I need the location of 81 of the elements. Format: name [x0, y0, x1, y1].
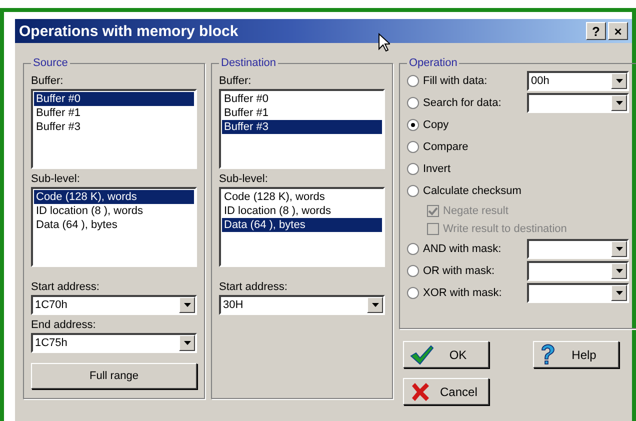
dropdown-arrow-icon	[184, 341, 190, 345]
combo-box[interactable]: 1C70h	[31, 295, 197, 315]
full-range-button[interactable]: Full range	[31, 363, 197, 389]
dropdown-arrow-icon	[616, 79, 622, 83]
combo-input[interactable]: 1C75h	[33, 335, 179, 351]
list-item[interactable]: Data (64 ), bytes	[222, 218, 382, 232]
field-label: Sub-level:	[31, 173, 81, 185]
dropdown-button[interactable]	[611, 73, 627, 89]
field-label: Sub-level:	[219, 173, 269, 185]
dropdown-button[interactable]	[611, 95, 627, 111]
radio-label: AND with mask:	[423, 243, 502, 255]
list-item[interactable]: Data (64 ), bytes	[34, 218, 194, 232]
field-label: Start address:	[31, 281, 100, 293]
list-item[interactable]: Buffer #0	[222, 92, 382, 106]
list-item[interactable]: Buffer #3	[222, 120, 382, 134]
combo-box[interactable]	[527, 261, 629, 281]
dropdown-arrow-icon	[372, 303, 378, 307]
radio-button[interactable]	[407, 163, 419, 175]
mouse-pointer-icon	[378, 33, 390, 52]
combo-box[interactable]: 00h	[527, 71, 629, 91]
list-item[interactable]: Buffer #1	[34, 106, 194, 120]
ok-button[interactable]: OK	[403, 341, 489, 368]
combo-box[interactable]	[527, 283, 629, 303]
field-label: Start address:	[219, 281, 288, 293]
list-item[interactable]: Code (128 K), words	[222, 190, 382, 204]
radio-label: Fill with data:	[423, 75, 488, 87]
combo-input[interactable]: 1C70h	[33, 297, 179, 313]
dropdown-arrow-icon	[616, 247, 622, 251]
radio-label: Invert	[423, 163, 451, 175]
dropdown-arrow-icon	[184, 303, 190, 307]
checkbox-label: Negate result	[443, 205, 508, 217]
dropdown-arrow-icon	[616, 291, 622, 295]
check-icon	[410, 344, 434, 364]
list-item[interactable]: Buffer #1	[222, 106, 382, 120]
radio-label: Compare	[423, 141, 468, 153]
window-title: Operations with memory block	[19, 22, 240, 40]
combo-input[interactable]: 00h	[529, 73, 611, 89]
field-label: Buffer:	[31, 75, 64, 87]
help-button[interactable]: Help	[533, 341, 619, 368]
list-item[interactable]: ID location (8 ), words	[222, 204, 382, 218]
radio-label: XOR with mask:	[423, 287, 503, 299]
radio-button[interactable]	[407, 75, 419, 87]
radio-label: Calculate checksum	[423, 185, 522, 197]
dropdown-arrow-icon	[616, 269, 622, 273]
question-mark-icon	[540, 344, 556, 366]
radio-button[interactable]	[407, 265, 419, 277]
radio-button[interactable]	[407, 141, 419, 153]
list-item[interactable]: ID location (8 ), words	[34, 204, 194, 218]
combo-input[interactable]: 30H	[221, 297, 367, 313]
radio-label: Search for data:	[423, 97, 502, 109]
cancel-button[interactable]: Cancel	[403, 378, 489, 405]
dropdown-button[interactable]	[367, 297, 383, 313]
radio-button[interactable]	[407, 185, 419, 197]
radio-button[interactable]	[407, 287, 419, 299]
combo-box[interactable]	[527, 239, 629, 259]
radio-button[interactable]	[407, 119, 419, 131]
radio-label: Copy	[423, 119, 449, 131]
cross-icon	[410, 382, 430, 402]
list-item[interactable]: Buffer #0	[34, 92, 194, 106]
field-label: End address:	[31, 319, 97, 331]
caption-button[interactable]: ×	[608, 22, 628, 40]
group-title: Source	[32, 57, 69, 69]
dropdown-button[interactable]	[179, 297, 195, 313]
dropdown-button[interactable]	[611, 263, 627, 279]
dropdown-button[interactable]	[611, 241, 627, 257]
dropdown-arrow-icon	[616, 101, 622, 105]
field-label: Buffer:	[219, 75, 252, 87]
radio-button[interactable]	[407, 243, 419, 255]
caption-button[interactable]: ?	[586, 22, 606, 40]
combo-box[interactable]: 1C75h	[31, 333, 197, 353]
dropdown-button[interactable]	[179, 335, 195, 351]
group-title: Operation	[408, 57, 458, 69]
group-title: Destination	[220, 57, 278, 69]
combo-box[interactable]: 30H	[219, 295, 385, 315]
list-item[interactable]: Code (128 K), words	[34, 190, 194, 204]
radio-label: OR with mask:	[423, 265, 496, 277]
radio-button[interactable]	[407, 97, 419, 109]
combo-box[interactable]	[527, 93, 629, 113]
list-item[interactable]: Buffer #3	[34, 120, 194, 134]
checkbox-label: Write result to destination	[443, 223, 567, 235]
dropdown-button[interactable]	[611, 285, 627, 301]
